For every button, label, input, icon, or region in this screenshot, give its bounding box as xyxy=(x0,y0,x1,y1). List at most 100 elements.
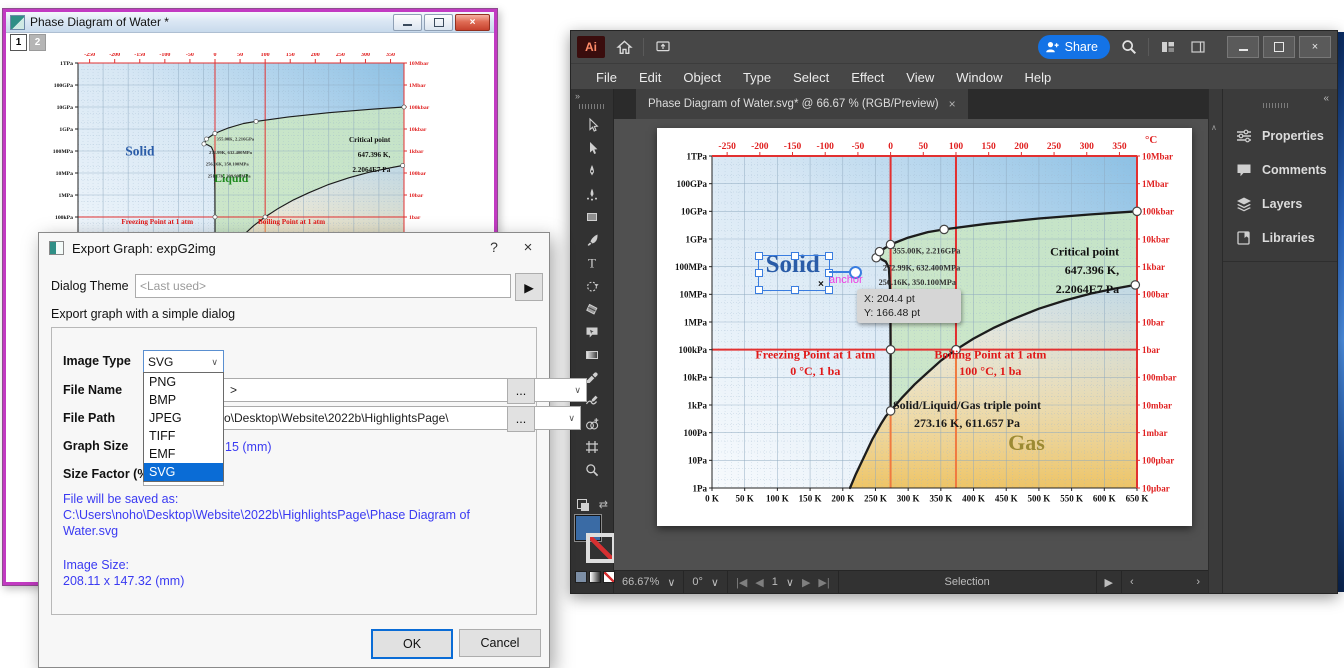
dialog-theme-field[interactable]: <Last used> xyxy=(135,274,511,298)
selection-handle[interactable] xyxy=(791,252,799,260)
cancel-button[interactable]: Cancel xyxy=(459,629,541,657)
maximize-button[interactable] xyxy=(424,14,453,31)
phase-diagram-chart-large[interactable]: -250-200-150-100-50050100150200250300350… xyxy=(657,128,1192,526)
curvature-tool[interactable] xyxy=(578,182,606,205)
browse-file-path-button[interactable]: ... xyxy=(507,406,535,432)
browse-file-name-button[interactable]: ... xyxy=(507,378,535,404)
rotate-tool[interactable] xyxy=(578,274,606,297)
horizontal-scrollbar[interactable]: ‹ › xyxy=(1122,571,1208,593)
selection-tool[interactable] xyxy=(578,113,606,136)
scroll-up-icon[interactable]: ∧ xyxy=(1211,123,1217,132)
arrange-documents-icon[interactable] xyxy=(1157,36,1179,58)
artboard-tool[interactable] xyxy=(578,435,606,458)
document-tab[interactable]: Phase Diagram of Water.svg* @ 66.67 % (R… xyxy=(636,89,968,119)
selection-handle[interactable] xyxy=(755,286,763,294)
shape-builder-tool[interactable] xyxy=(578,412,606,435)
stroke-color-swatch[interactable] xyxy=(586,533,616,563)
canvas-area[interactable]: -250-200-150-100-50050100150200250300350… xyxy=(614,119,1208,570)
selection-handle[interactable] xyxy=(791,286,799,294)
window-maximize-button[interactable] xyxy=(1263,36,1295,58)
panel-item-libraries[interactable]: Libraries xyxy=(1223,221,1337,255)
gradient-mode-button[interactable] xyxy=(589,571,601,583)
share-screen-icon[interactable] xyxy=(652,36,674,58)
dropdown-option-jpeg[interactable]: JPEG xyxy=(144,409,223,427)
none-mode-button[interactable] xyxy=(603,571,615,583)
menu-edit[interactable]: Edit xyxy=(628,70,672,85)
status-expand-icon[interactable]: ▶ xyxy=(1097,571,1122,593)
menu-help[interactable]: Help xyxy=(1013,70,1062,85)
help-button[interactable]: ? xyxy=(485,239,503,257)
menu-select[interactable]: Select xyxy=(782,70,840,85)
paintbrush-tool[interactable] xyxy=(578,228,606,251)
dropdown-option-svg[interactable]: SVG xyxy=(144,463,223,481)
artboard-number[interactable]: 1 xyxy=(772,576,778,588)
zoom-level-select[interactable]: 66.67% ∨ xyxy=(614,571,684,593)
scroll-right-icon[interactable]: › xyxy=(1196,576,1200,588)
window-close-button[interactable]: × xyxy=(1299,36,1331,58)
type-tool[interactable]: T xyxy=(578,251,606,274)
toolbar-drag-handle[interactable] xyxy=(579,104,605,109)
search-icon[interactable] xyxy=(1118,36,1140,58)
image-type-dropdown[interactable]: PNG BMP JPEG TIFF EMF SVG xyxy=(143,372,224,482)
swap-fill-stroke-icon[interactable]: ⇄ xyxy=(599,498,608,511)
scroll-left-icon[interactable]: ‹ xyxy=(1130,576,1134,588)
selection-handle[interactable] xyxy=(755,269,763,277)
eraser-tool[interactable] xyxy=(578,297,606,320)
comment-tool[interactable] xyxy=(578,320,606,343)
pen-tool[interactable] xyxy=(578,159,606,182)
window-minimize-button[interactable] xyxy=(1227,36,1259,58)
minimize-button[interactable] xyxy=(393,14,422,31)
dropdown-option-tiff[interactable]: TIFF xyxy=(144,427,223,445)
rotation-select[interactable]: 0° ∨ xyxy=(684,571,728,593)
menu-view[interactable]: View xyxy=(895,70,945,85)
tab-page-1[interactable]: 1 xyxy=(10,34,27,51)
dropdown-option-emf[interactable]: EMF xyxy=(144,445,223,463)
next-artboard-icon[interactable]: ▶ xyxy=(802,576,810,589)
direct-selection-tool[interactable] xyxy=(578,136,606,159)
selection-handle[interactable] xyxy=(755,252,763,260)
rectangle-tool[interactable] xyxy=(578,205,606,228)
expand-toolbar-icon[interactable]: » xyxy=(575,91,580,101)
last-artboard-icon[interactable]: ▶| xyxy=(818,576,829,589)
vertical-scrollbar[interactable]: ∧ xyxy=(1208,89,1222,593)
ok-button[interactable]: OK xyxy=(371,629,453,659)
workspace-switcher-icon[interactable] xyxy=(1187,36,1209,58)
dialog-titlebar[interactable]: Export Graph: expG2img xyxy=(39,233,549,263)
zoom-tool[interactable] xyxy=(578,458,606,481)
dropdown-option-bmp[interactable]: BMP xyxy=(144,391,223,409)
gradient-tool[interactable] xyxy=(578,343,606,366)
origin-titlebar[interactable]: Phase Diagram of Water * × xyxy=(6,12,494,33)
illustrator-window[interactable]: Ai Share xyxy=(570,30,1338,594)
panel-item-layers[interactable]: Layers xyxy=(1223,187,1337,221)
menu-file[interactable]: File xyxy=(585,70,628,85)
tab-page-2[interactable]: 2 xyxy=(29,34,46,51)
chevron-down-icon[interactable]: ∨ xyxy=(711,576,719,589)
default-fill-stroke-icon[interactable] xyxy=(577,499,587,509)
artboard[interactable]: -250-200-150-100-50050100150200250300350… xyxy=(657,128,1192,526)
color-mode-button[interactable] xyxy=(575,571,587,583)
menu-object[interactable]: Object xyxy=(672,70,732,85)
selection-handle[interactable] xyxy=(825,286,833,294)
menu-effect[interactable]: Effect xyxy=(840,70,895,85)
chevron-down-icon[interactable]: ∨ xyxy=(786,576,794,589)
export-graph-dialog[interactable]: Export Graph: expG2img ? × Dialog Theme … xyxy=(38,232,550,668)
close-button[interactable]: × xyxy=(455,14,490,31)
image-type-combobox[interactable]: SVG ∨ xyxy=(143,350,224,374)
selection-handle[interactable] xyxy=(825,252,833,260)
home-icon[interactable] xyxy=(613,36,635,58)
menu-window[interactable]: Window xyxy=(945,70,1013,85)
fill-stroke-controls[interactable]: ⇄ xyxy=(571,497,613,593)
previous-artboard-icon[interactable]: ◀ xyxy=(755,576,763,589)
panel-item-properties[interactable]: Properties xyxy=(1223,119,1337,153)
theme-menu-button[interactable]: ▶ xyxy=(515,273,543,301)
tab-close-icon[interactable]: × xyxy=(949,97,956,111)
menu-type[interactable]: Type xyxy=(732,70,782,85)
dialog-close-icon[interactable]: × xyxy=(517,237,539,259)
artboard-navigation[interactable]: |◀ ◀ 1 ∨ ▶ ▶| xyxy=(728,571,839,593)
share-button[interactable]: Share xyxy=(1038,35,1110,59)
panel-drag-handle[interactable] xyxy=(1263,103,1289,108)
dropdown-option-png[interactable]: PNG xyxy=(144,373,223,391)
panel-item-comments[interactable]: Comments xyxy=(1223,153,1337,187)
collapse-panel-icon[interactable]: « xyxy=(1323,93,1329,104)
first-artboard-icon[interactable]: |◀ xyxy=(736,576,747,589)
